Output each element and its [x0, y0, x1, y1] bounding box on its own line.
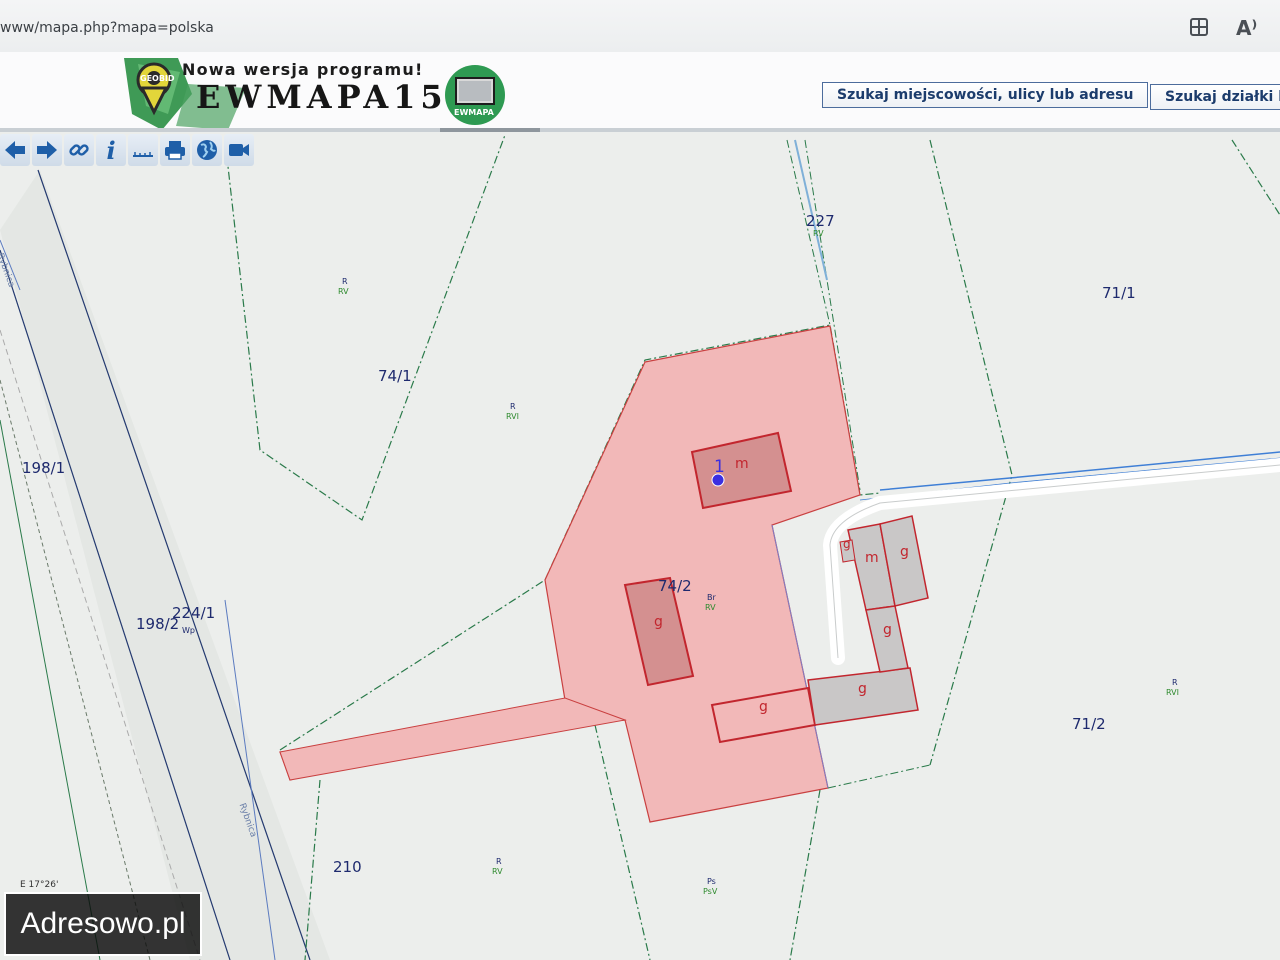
landuse-label: Wp [182, 626, 195, 635]
forward-icon [37, 141, 57, 159]
browser-address-bar: www/mapa.php?mapa=polska A⁾ [0, 0, 1280, 53]
landuse-label: Br [707, 593, 716, 602]
watermark: Adresowo.pl [4, 892, 202, 956]
info-icon: i [106, 135, 116, 165]
landuse-class: RV [492, 867, 503, 876]
back-button[interactable] [0, 134, 30, 166]
garage-right-label: g [900, 544, 909, 560]
landuse-227: RV [813, 229, 824, 238]
garage-bottom-label: g [858, 681, 867, 697]
search-parcel-button[interactable]: Szukaj działki lu [1150, 84, 1280, 110]
map-svg [0, 134, 1280, 960]
building-garage-mid[interactable] [865, 605, 909, 673]
house-floors-label: 1 [714, 457, 725, 477]
landuse-label: R [510, 402, 516, 411]
info-button[interactable]: i [96, 134, 126, 166]
landuse-label: R [342, 277, 348, 286]
print-icon [165, 141, 185, 160]
shed-small-label: g [843, 537, 851, 551]
house-right-label: m [865, 550, 879, 566]
print-button[interactable] [160, 134, 190, 166]
parcel-71-2: 71/2 [1072, 715, 1106, 733]
measure-button[interactable] [128, 134, 158, 166]
search-address-button[interactable]: Szukaj miejscowości, ulicy lub adresu [822, 82, 1149, 108]
parcel-198-2: 198/2 [136, 615, 180, 633]
globe-icon [197, 140, 217, 160]
parcel-210: 210 [333, 858, 362, 876]
split-view-icon[interactable] [1188, 16, 1210, 43]
landuse-label: R [496, 857, 502, 866]
parcel-227: 227 [806, 212, 835, 230]
landuse-class: RVI [1166, 688, 1179, 697]
link-button[interactable] [64, 134, 94, 166]
map-canvas[interactable]: i 227 RV 71/1 74/1 198/1 74/2 224/1 198/… [0, 132, 1280, 960]
read-aloud-icon[interactable]: A⁾ [1236, 16, 1257, 40]
url-text[interactable]: www/mapa.php?mapa=polska [0, 20, 214, 36]
house-type-label: m [735, 456, 749, 472]
road-strip [0, 170, 330, 960]
landuse-class: RV [705, 603, 716, 612]
forward-button[interactable] [32, 134, 62, 166]
landuse-class: RV [338, 287, 349, 296]
garage-long-label: g [759, 699, 768, 715]
parcel-71-1: 71/1 [1102, 284, 1136, 302]
landuse-class: PsV [703, 887, 718, 896]
camera-button[interactable] [224, 134, 254, 166]
monitor-caption: EWMAPA [454, 108, 494, 117]
globe-button[interactable] [192, 134, 222, 166]
landuse-label: Ps [707, 877, 716, 886]
logo-tagline: Nowa wersja programu! [182, 60, 424, 79]
coordinate-readout: E 17°26' [20, 880, 59, 890]
measure-icon [133, 152, 153, 157]
parcel-198-1: 198/1 [22, 459, 66, 477]
garage-left-label: g [654, 614, 663, 630]
map-toolbar: i [0, 134, 254, 168]
camera-icon [229, 144, 249, 156]
back-icon [5, 141, 25, 159]
logo-small-text: GEOBID [140, 74, 175, 83]
landuse-label: R [1172, 678, 1178, 687]
logo-title: EWMAPA15 [196, 78, 448, 116]
parcel-74-2: 74/2 [658, 577, 692, 595]
parcel-74-1: 74/1 [378, 367, 412, 385]
landuse-class: RVI [506, 412, 519, 421]
garage-mid-label: g [883, 622, 892, 638]
link-icon [69, 144, 89, 156]
